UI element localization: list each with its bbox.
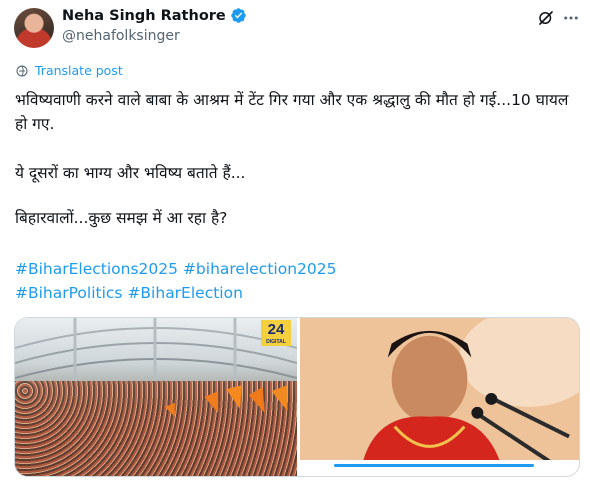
hashtag-link[interactable]: #BiharElections2025 — [15, 260, 178, 278]
more-icon[interactable] — [562, 9, 580, 27]
avatar[interactable] — [14, 8, 54, 48]
post-paragraph-3: बिहारवालों...कुछ समझ में आ रहा है? — [15, 209, 228, 227]
channel-badge: 24 DIGITAL — [261, 320, 291, 346]
author-display-name[interactable]: Neha Singh Rathore — [62, 8, 226, 24]
translate-post-label[interactable]: Translate post — [35, 63, 123, 78]
post-paragraph-1: भविष्यवाणी करने वाले बाबा के आश्रम में ट… — [15, 91, 569, 133]
hashtag-list: #BiharElections2025 #biharelection2025 #… — [15, 257, 575, 305]
speaker-graphic — [300, 318, 579, 476]
author-handle[interactable]: @nehafolksinger — [62, 28, 180, 44]
channel-badge-sub: DIGITAL — [266, 339, 286, 345]
caption-strip — [300, 460, 579, 476]
caption-underline — [334, 464, 534, 467]
author-name-row[interactable]: Neha Singh Rathore — [62, 7, 247, 24]
grok-icon[interactable] — [537, 9, 555, 27]
tent-crowd-image[interactable]: 24 DIGITAL — [15, 318, 297, 476]
channel-badge-number: 24 — [267, 321, 285, 338]
saffron-flags-graphic — [164, 385, 288, 417]
translate-post-link[interactable]: Translate post — [15, 63, 123, 78]
post-paragraph-2: ये दूसरों का भाग्य और भविष्य बताते हैं..… — [15, 164, 246, 182]
verified-badge-icon — [231, 8, 246, 23]
speaker-image[interactable] — [300, 318, 579, 476]
globe-translate-icon — [16, 65, 28, 76]
hashtag-link[interactable]: #BiharPolitics — [15, 284, 123, 302]
hashtag-link[interactable]: #biharelection2025 — [183, 260, 337, 278]
media-grid: 24 DIGITAL — [14, 317, 580, 477]
hashtag-link[interactable]: #BiharElection — [127, 284, 242, 302]
